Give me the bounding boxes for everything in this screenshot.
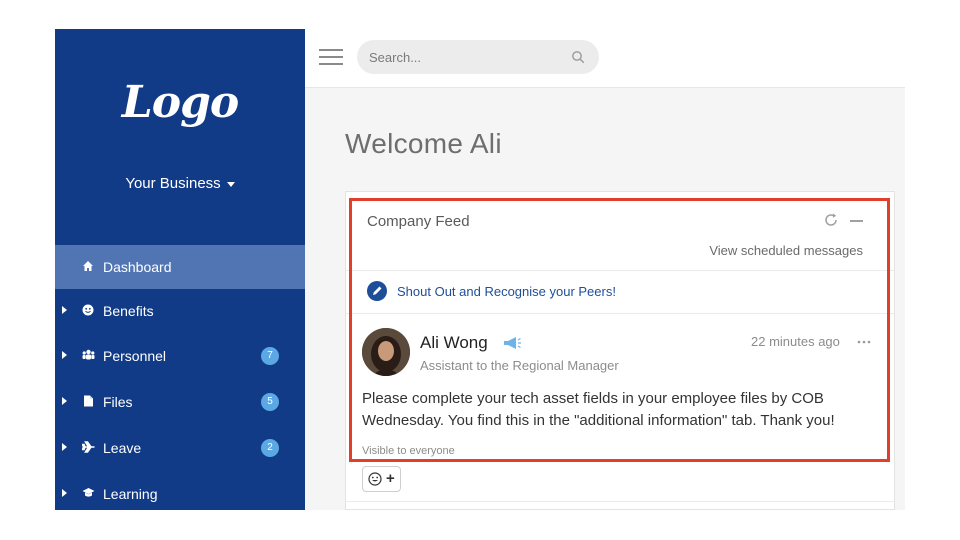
count-badge: 5 — [261, 393, 279, 411]
divider — [346, 501, 894, 502]
company-feed-card: Company Feed View scheduled messages Sho… — [345, 191, 895, 510]
expand-arrow-icon — [62, 351, 67, 359]
app-window: Logo Your Business Dashboard Benefits Pe… — [0, 0, 960, 540]
post-body: Please complete your tech asset fields i… — [362, 390, 835, 429]
file-icon — [81, 394, 95, 408]
sidebar-item-label: Learning — [103, 486, 158, 502]
people-icon — [81, 348, 95, 362]
divider — [346, 270, 894, 271]
sidebar-item-label: Dashboard — [103, 259, 172, 275]
count-badge: 2 — [261, 439, 279, 457]
business-selector[interactable]: Your Business — [55, 175, 305, 192]
plane-icon — [81, 440, 95, 454]
post-author-role: Assistant to the Regional Manager — [420, 358, 619, 373]
post-timestamp: 22 minutes ago — [751, 334, 840, 349]
sidebar-item-leave[interactable]: Leave 2 — [55, 426, 305, 470]
graduation-cap-icon — [81, 486, 95, 500]
sidebar-item-personnel[interactable]: Personnel 7 — [55, 334, 305, 378]
sidebar-item-label: Files — [103, 394, 133, 410]
main-content: Welcome Ali Company Feed View scheduled … — [305, 88, 905, 510]
more-options-icon[interactable] — [857, 340, 871, 344]
megaphone-icon — [504, 337, 521, 349]
hamburger-menu-icon[interactable] — [319, 49, 343, 67]
view-scheduled-messages-link[interactable]: View scheduled messages — [709, 243, 863, 258]
sidebar-item-files[interactable]: Files 5 — [55, 380, 305, 424]
expand-arrow-icon — [62, 306, 67, 314]
refresh-icon[interactable] — [823, 212, 839, 228]
minimize-icon[interactable] — [850, 220, 863, 222]
shout-out-link[interactable]: Shout Out and Recognise your Peers! — [397, 284, 616, 299]
plus-label: + — [386, 470, 395, 487]
pencil-icon[interactable] — [367, 281, 387, 301]
sidebar-item-benefits[interactable]: Benefits — [55, 289, 305, 333]
emoji-icon — [368, 472, 382, 486]
search-icon[interactable] — [571, 50, 585, 64]
sidebar-item-dashboard[interactable]: Dashboard — [55, 245, 305, 289]
sidebar-item-label: Leave — [103, 440, 142, 456]
expand-arrow-icon — [62, 489, 67, 497]
search-input[interactable] — [369, 47, 559, 67]
logo[interactable]: Logo — [55, 77, 305, 128]
page-title: Welcome Ali — [345, 128, 502, 159]
home-icon — [81, 259, 95, 273]
post-author[interactable]: Ali Wong — [420, 333, 488, 353]
add-reaction-button[interactable]: + — [362, 466, 401, 492]
search-box[interactable] — [357, 40, 599, 74]
divider — [346, 313, 894, 314]
avatar[interactable] — [362, 328, 410, 376]
sidebar: Logo Your Business Dashboard Benefits Pe… — [55, 29, 305, 510]
business-name: Your Business — [125, 175, 221, 192]
sidebar-item-label: Personnel — [103, 348, 167, 364]
smiley-icon — [81, 303, 95, 317]
post-visibility: Visible to everyone — [362, 445, 455, 457]
sidebar-item-label: Benefits — [103, 303, 154, 319]
expand-arrow-icon — [62, 397, 67, 405]
caret-down-icon — [226, 181, 235, 187]
count-badge: 7 — [261, 347, 279, 365]
feed-title: Company Feed — [367, 213, 470, 230]
expand-arrow-icon — [62, 443, 67, 451]
sidebar-item-learning[interactable]: Learning — [55, 472, 305, 516]
top-bar — [305, 29, 905, 88]
